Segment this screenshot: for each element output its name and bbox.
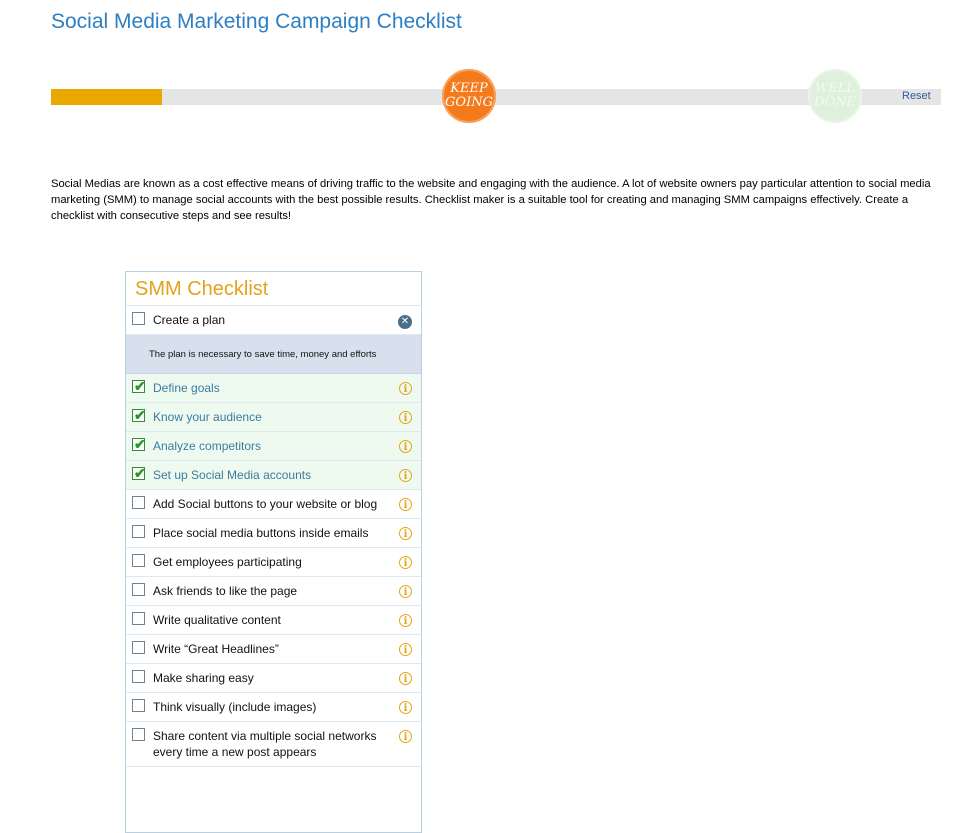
checklist-items: Create a plan ✕ The plan is necessary to s… (126, 306, 421, 767)
checklist-item[interactable]: Get employees participating i (126, 548, 421, 577)
checklist-item[interactable]: Write qualitative content i (126, 606, 421, 635)
checklist-item[interactable]: ✔ Analyze competitors i (126, 432, 421, 461)
checklist-item[interactable]: Write “Great Headlines” i (126, 635, 421, 664)
checkbox[interactable]: ✔ (132, 465, 146, 481)
well-done-line-2: DONE (814, 95, 856, 110)
checklist-item[interactable]: Think visually (include images) i (126, 693, 421, 722)
info-icon[interactable]: i (399, 614, 412, 627)
checkbox[interactable] (132, 699, 145, 712)
info-icon[interactable]: i (399, 556, 412, 569)
close-circle-icon[interactable]: ✕ (398, 315, 412, 329)
checkbox[interactable]: ✔ (132, 407, 146, 423)
checklist-item-label: Write “Great Headlines” (153, 642, 279, 656)
checkbox[interactable] (132, 670, 145, 683)
checkmark-icon: ✔ (134, 407, 146, 423)
item-description: The plan is necessary to save time, mone… (126, 335, 421, 374)
checkbox[interactable] (132, 728, 145, 741)
checklist-item-label: Add Social buttons to your website or bl… (153, 497, 378, 511)
checkbox[interactable] (132, 583, 145, 596)
checklist-item-label: Make sharing easy (153, 671, 254, 685)
checklist-title: SMM Checklist (126, 272, 421, 306)
info-icon[interactable]: i (399, 411, 412, 424)
info-icon[interactable]: i (399, 498, 412, 511)
checklist-item-label: Share content via multiple social networ… (153, 729, 377, 759)
checklist-item-label: Ask friends to like the page (153, 584, 298, 598)
keep-going-badge: KEEP GOING (442, 69, 496, 123)
checklist-item[interactable]: Make sharing easy i (126, 664, 421, 693)
checklist-item-label: Know your audience (153, 410, 262, 424)
info-icon[interactable]: i (399, 440, 412, 453)
info-icon[interactable]: i (399, 382, 412, 395)
info-icon[interactable]: i (399, 730, 412, 743)
checklist-item-label: Write qualitative content (153, 613, 281, 627)
checkbox[interactable] (132, 525, 145, 538)
smm-checklist: SMM Checklist Create a plan ✕ The plan is … (125, 271, 422, 833)
checklist-item[interactable]: Create a plan ✕ (126, 306, 421, 335)
intro-text: Social Medias are known as a cost effect… (51, 178, 931, 222)
checkbox[interactable] (132, 554, 145, 567)
checklist-item-label: Set up Social Media accounts (153, 468, 312, 482)
checklist-item-label: Analyze competitors (153, 439, 262, 453)
info-icon[interactable]: i (399, 701, 412, 714)
checklist-item[interactable]: Share content via multiple social networ… (126, 722, 421, 767)
info-icon[interactable]: i (399, 527, 412, 540)
checkbox[interactable]: ✔ (132, 436, 146, 452)
checklist-item[interactable]: ✔ Know your audience i (126, 403, 421, 432)
checklist-item-label: Define goals (153, 381, 220, 395)
checkbox[interactable] (132, 641, 145, 654)
checklist-item[interactable]: Ask friends to like the page i (126, 577, 421, 606)
progress-fill (51, 89, 163, 105)
checklist-item-label: Place social media buttons inside emails (153, 526, 369, 540)
checklist-item-label: Create a plan (153, 313, 226, 327)
checklist-item[interactable]: Place social media buttons inside emails… (126, 519, 421, 548)
checkmark-icon: ✔ (134, 436, 146, 452)
keep-going-line-2: GOING (445, 95, 493, 110)
checkbox[interactable] (132, 312, 145, 325)
checkbox[interactable]: ✔ (132, 378, 146, 394)
keep-going-line-1: KEEP (450, 81, 488, 96)
info-icon[interactable]: i (399, 672, 412, 685)
checklist-item[interactable]: Add Social buttons to your website or bl… (126, 490, 421, 519)
reset-link[interactable]: Reset (902, 90, 931, 102)
page-title: Social Media Marketing Campaign Checklis… (51, 10, 462, 33)
checkbox[interactable] (132, 612, 145, 625)
checklist-item[interactable]: ✔ Define goals i (126, 374, 421, 403)
checklist-item[interactable]: ✔ Set up Social Media accounts i (126, 461, 421, 490)
checkbox[interactable] (132, 496, 145, 509)
checklist-item-label: Think visually (include images) (153, 700, 317, 714)
info-icon[interactable]: i (399, 585, 412, 598)
well-done-line-1: WELL (814, 81, 856, 96)
checkmark-icon: ✔ (134, 465, 146, 481)
well-done-badge: WELL DONE (808, 69, 862, 123)
info-icon[interactable]: i (399, 643, 412, 656)
checklist-item-label: Get employees participating (153, 555, 302, 569)
info-icon[interactable]: i (399, 469, 412, 482)
checkmark-icon: ✔ (134, 378, 146, 394)
